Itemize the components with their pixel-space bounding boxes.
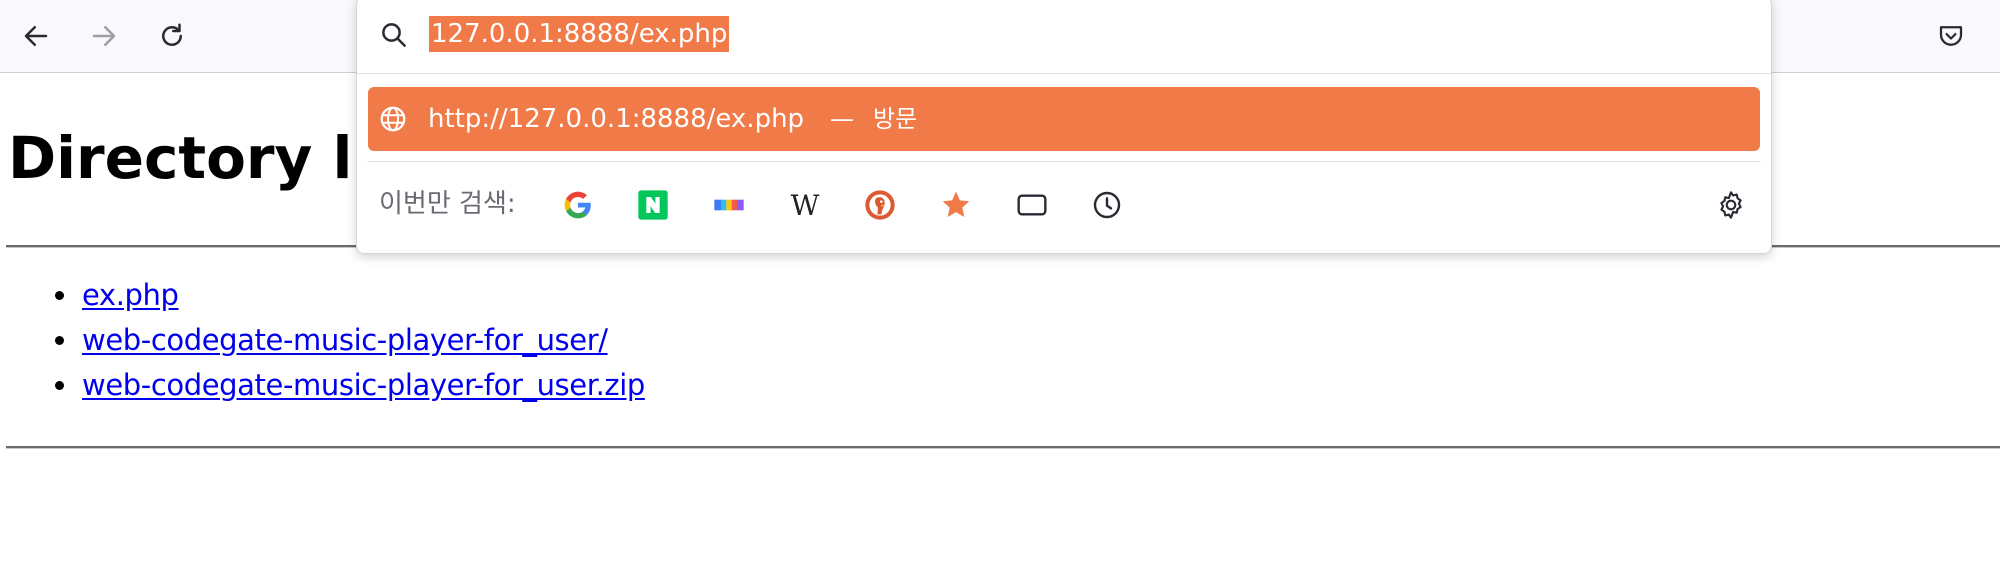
globe-icon: [380, 106, 406, 132]
duckduckgo-search-button[interactable]: [858, 183, 902, 227]
tabs-icon: [1017, 194, 1047, 216]
reload-button[interactable]: [150, 14, 194, 58]
color-bar-icon: [714, 199, 744, 211]
bookmarks-star-icon: [942, 191, 970, 217]
arrow-right-icon: [92, 26, 116, 46]
file-list: ex.php web-codegate-music-player-for_use…: [0, 273, 645, 408]
pocket-button[interactable]: [1929, 14, 1973, 58]
naver-icon: [638, 190, 668, 220]
divider-bottom: [6, 446, 2000, 449]
urlbar-dropdown: 127.0.0.1:8888/ex.php http://127.0.0.1:8…: [356, 0, 1772, 254]
popup-divider: [367, 161, 1761, 162]
wikipedia-search-button[interactable]: W: [783, 183, 827, 227]
bookmarks-search-button[interactable]: [934, 183, 978, 227]
duckduckgo-icon: [865, 190, 895, 220]
forward-button[interactable]: [82, 14, 126, 58]
color-bar-search-button[interactable]: [707, 183, 751, 227]
file-link-ex-php[interactable]: ex.php: [82, 278, 179, 312]
file-link-zip[interactable]: web-codegate-music-player-for_user.zip: [82, 368, 645, 402]
suggestion-action: 방문: [873, 105, 918, 133]
back-button[interactable]: [14, 14, 58, 58]
one-off-label: 이번만 검색:: [379, 189, 516, 219]
list-item: ex.php: [0, 273, 645, 318]
bullet: [55, 336, 64, 345]
pocket-icon: [1939, 26, 1963, 46]
list-item: web-codegate-music-player-for_user/: [0, 318, 645, 363]
search-settings-button[interactable]: [1709, 183, 1753, 227]
list-item: web-codegate-music-player-for_user.zip: [0, 363, 645, 408]
history-search-button[interactable]: [1085, 183, 1129, 227]
suggestion-separator: —: [830, 105, 854, 133]
reload-icon: [162, 23, 182, 46]
suggestion-url: http://127.0.0.1:8888/ex.php: [428, 104, 805, 134]
wikipedia-icon: W: [790, 188, 820, 222]
bullet: [55, 381, 64, 390]
gear-icon: [1720, 191, 1742, 219]
tabs-search-button[interactable]: [1010, 183, 1054, 227]
arrow-left-icon: [24, 26, 48, 46]
history-clock-icon: [1093, 191, 1121, 219]
url-input-row[interactable]: 127.0.0.1:8888/ex.php: [357, 0, 1771, 74]
naver-search-button[interactable]: [631, 183, 675, 227]
one-off-search-row: 이번만 검색: W: [357, 169, 1771, 239]
google-icon: [564, 191, 591, 219]
url-suggestion-row[interactable]: http://127.0.0.1:8888/ex.php — 방문: [368, 87, 1760, 151]
search-icon: [382, 23, 406, 47]
google-search-button[interactable]: [556, 183, 600, 227]
bullet: [55, 291, 64, 300]
url-input[interactable]: 127.0.0.1:8888/ex.php: [429, 16, 730, 52]
file-link-folder[interactable]: web-codegate-music-player-for_user/: [82, 323, 608, 357]
